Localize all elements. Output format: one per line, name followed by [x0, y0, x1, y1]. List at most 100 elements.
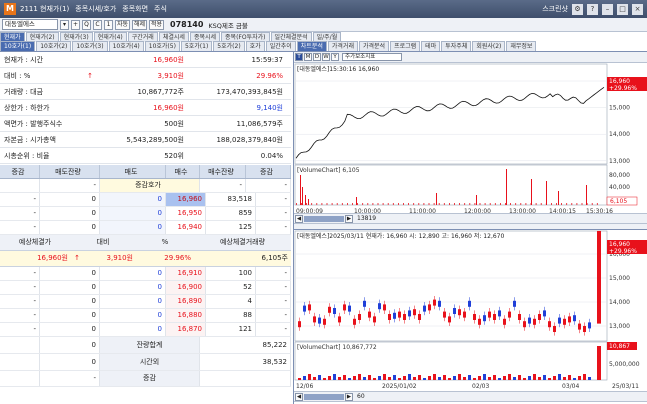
info-label: 액면가 : 발행주식수	[4, 119, 63, 128]
ask-price[interactable]: 0	[100, 193, 166, 206]
tab-tabs_row2-16[interactable]: 재무정보	[506, 41, 537, 51]
screenshot-label[interactable]: 스크린샷	[542, 4, 568, 14]
settings-icon[interactable]: ⚙	[572, 3, 583, 15]
scroll-thumb[interactable]	[304, 215, 344, 222]
ask-price[interactable]: 0	[100, 267, 166, 280]
auto-button[interactable]: 자동	[115, 19, 130, 30]
order-row[interactable]: -0 0 16,910 100-	[0, 267, 291, 281]
chart-type-w-button[interactable]: W	[322, 53, 330, 61]
ask-price[interactable]: 0	[100, 323, 166, 336]
candle	[458, 309, 461, 316]
maximize-icon[interactable]: □	[617, 3, 628, 15]
chart-type-y-button[interactable]: Y	[331, 53, 339, 61]
bid-price[interactable]: 16,900	[166, 281, 206, 294]
order-row[interactable]: -0 0 16,940 125-	[0, 221, 291, 235]
bid-price[interactable]: 16,910	[166, 267, 206, 280]
tab-tabs_row2-13[interactable]: 테마	[421, 41, 441, 51]
chart-type-t-button[interactable]: T	[295, 53, 303, 61]
tab-tabs_row2-1[interactable]: 10호가(2)	[36, 41, 72, 51]
expected-vol-header: 예상체결거래량	[219, 238, 266, 246]
ask-price[interactable]: 0	[100, 309, 166, 322]
chart-panel: T M D W Y 주가보조지표 [대동엘에스]15:30:16 16,960 1…	[293, 52, 647, 404]
intraday-chart[interactable]: [대동엘에스]15:30:16 16,96016,00015,00014,000…	[294, 63, 647, 213]
tab-tabs_row2-9[interactable]: 차트분석	[296, 41, 327, 51]
apply-button[interactable]: 적용	[149, 19, 164, 30]
tab-tabs_row2-11[interactable]: 가격분석	[358, 41, 390, 51]
candle	[568, 316, 571, 323]
order-row[interactable]: -0 0 16,870 121-	[0, 323, 291, 337]
c-button[interactable]: C	[93, 19, 102, 30]
x-tick-2: 2025/01/02	[382, 383, 417, 390]
breadcrumb-2[interactable]: 종목화면	[122, 4, 148, 14]
candle	[533, 318, 536, 325]
bid-price[interactable]: 16,940	[166, 221, 206, 234]
bid-price[interactable]: 16,890	[166, 295, 206, 308]
breadcrumb-1[interactable]: 종목시세/호가	[75, 4, 116, 14]
total-bid-qty: 85,222	[200, 337, 291, 353]
bid-price[interactable]: 16,870	[166, 323, 206, 336]
volume-bar	[436, 193, 437, 205]
breadcrumb-3[interactable]: 주식	[154, 4, 167, 14]
ask-price[interactable]: 0	[100, 295, 166, 308]
candle	[463, 311, 466, 318]
candle	[343, 304, 346, 311]
search-button[interactable]: Q	[82, 19, 91, 30]
order-row[interactable]: -0 0 16,900 52-	[0, 281, 291, 295]
info-label: 거래량 : 대금	[4, 87, 44, 96]
bid-price[interactable]: 16,950	[166, 207, 206, 220]
tab-tabs_row2-8[interactable]: 일간추이	[265, 41, 296, 51]
daily-chart[interactable]: [대동엘에스]2025/03/11 현재가: 16,960 시: 12,890 …	[294, 230, 647, 391]
ask-qty: 0	[40, 207, 100, 220]
last-row: - 증감	[0, 371, 291, 387]
chart-type-d-button[interactable]: D	[313, 53, 321, 61]
tab-tabs_row2-3[interactable]: 10호가(4)	[108, 41, 144, 51]
order-row[interactable]: -0 0 16,890 4-	[0, 295, 291, 309]
minimize-icon[interactable]: –	[602, 3, 613, 15]
daily-chart-title: [대동엘에스]2025/03/11 현재가: 16,960 시: 12,890 …	[297, 232, 504, 240]
order-row[interactable]: -0 0 16,880 88-	[0, 309, 291, 323]
tab-tabs_row2-4[interactable]: 10호가(5)	[144, 41, 180, 51]
tab-tabs_row2-5[interactable]: 5호가(1)	[180, 41, 213, 51]
candle	[303, 305, 306, 312]
info-value-2: 11,086,579주	[236, 119, 283, 128]
candle	[328, 306, 331, 313]
tab-tabs_row2-10[interactable]: 가격거래	[327, 41, 358, 51]
toolbar: 대동엘에스 ▾ + Q C 1 자동 해제 적용 078140 KSQ제조 금불	[0, 18, 647, 32]
x-tick-2: 12/06	[296, 383, 313, 390]
scroll-left-icon-2[interactable]: ◀	[295, 392, 303, 401]
info-row: 거래량 : 대금 10,867,772주 173,470,393,845원	[0, 84, 291, 100]
order-row[interactable]: -0 0 16,960 83,518-	[0, 193, 291, 207]
close-icon[interactable]: ×	[632, 3, 643, 15]
volume-title: [VolumeChart] 6,105	[297, 167, 360, 174]
ask-qty: 0	[40, 323, 100, 336]
plus-button[interactable]: +	[71, 19, 80, 30]
bid-qty: 52	[206, 281, 256, 294]
tab-tabs_row2-12[interactable]: 프로그램	[390, 41, 421, 51]
tab-tabs_row2-15[interactable]: 회원사(2)	[472, 41, 506, 51]
info-row: 액면가 : 발행주식수 500원 11,086,579주	[0, 116, 291, 132]
tab-tabs_row2-7[interactable]: 호가	[245, 41, 265, 51]
tab-tabs_row2-6[interactable]: 5호가(2)	[213, 41, 245, 51]
tab-tabs_row2-0[interactable]: 10호가(1)	[0, 41, 36, 51]
scroll-right-icon-2[interactable]: ▶	[345, 392, 353, 401]
tab-tabs_row2-14[interactable]: 투자주체	[441, 41, 472, 51]
release-button[interactable]: 해제	[132, 19, 147, 30]
scroll-thumb-2[interactable]	[304, 393, 344, 400]
help-icon[interactable]: ?	[587, 3, 598, 15]
ask-price[interactable]: 0	[100, 281, 166, 294]
scroll-left-icon[interactable]: ◀	[295, 214, 303, 223]
ask-price[interactable]: 0	[100, 221, 166, 234]
indicator-select[interactable]: 주가보조지표	[342, 53, 402, 61]
ask-price[interactable]: 0	[100, 207, 166, 220]
dropdown-button[interactable]: ▾	[60, 19, 69, 30]
chart-type-m-button[interactable]: M	[304, 53, 312, 61]
bid-change: -	[256, 207, 291, 220]
tab-tabs_row2-2[interactable]: 10호가(3)	[72, 41, 108, 51]
stock-code-input[interactable]: 대동엘에스	[2, 19, 58, 30]
order-row[interactable]: -0 0 16,950 859-	[0, 207, 291, 221]
scroll-right-icon[interactable]: ▶	[345, 214, 353, 223]
candle	[358, 314, 361, 320]
one-button[interactable]: 1	[104, 19, 113, 30]
bid-price[interactable]: 16,960	[166, 193, 206, 206]
bid-price[interactable]: 16,880	[166, 309, 206, 322]
